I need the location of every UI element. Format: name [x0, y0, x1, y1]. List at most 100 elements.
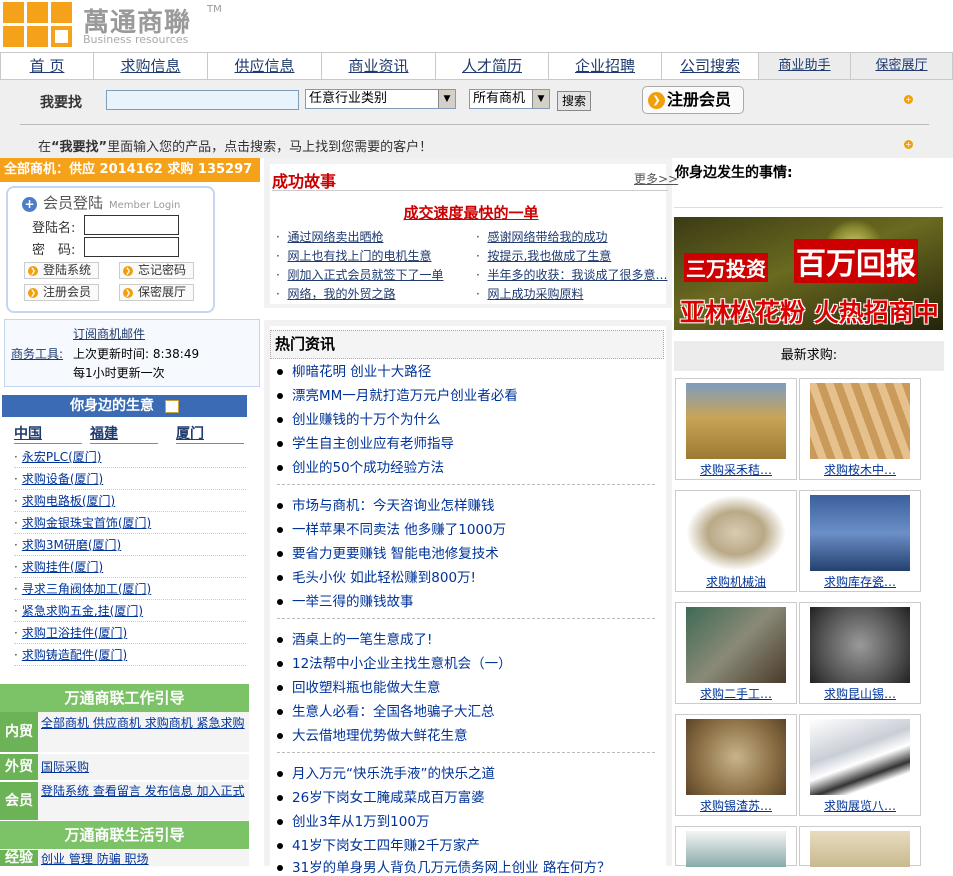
more-link[interactable]: 更多>>: [634, 170, 678, 187]
news-item[interactable]: 回收塑料瓶也能做大生意: [277, 676, 441, 696]
guide-link[interactable]: 全部商机: [41, 716, 89, 730]
news-item[interactable]: 创业的50个成功经验方法: [277, 456, 444, 476]
guide-link[interactable]: 创业: [41, 852, 65, 866]
search-input[interactable]: [106, 90, 299, 110]
list-item[interactable]: 求购铸造配件(厦门): [14, 644, 246, 666]
list-item[interactable]: 永宏PLC(厦门): [14, 446, 246, 468]
product-caption[interactable]: 求购采禾秸…: [676, 461, 796, 478]
nav-resumes[interactable]: 人才简历: [436, 53, 549, 79]
product-caption[interactable]: 求购展览八…: [800, 797, 920, 814]
story-item[interactable]: · 感谢网络带给我的成功: [476, 228, 607, 245]
nav-recruitment[interactable]: 企业招聘: [549, 53, 662, 79]
news-item[interactable]: 学生自主创业应有老师指导: [277, 432, 454, 452]
news-item[interactable]: 大云借地理优势做大鲜花生意: [277, 724, 468, 744]
ad-banner[interactable]: 三万投资 百万回报 亚林松花粉 火热招商中: [674, 217, 943, 330]
username-field[interactable]: [84, 215, 179, 235]
story-item[interactable]: · 网络，我的外贸之路: [276, 285, 395, 302]
news-item[interactable]: 市场与商机：今天咨询业怎样赚钱: [277, 494, 495, 514]
story-item[interactable]: · 网上也有找上门的电机生意: [276, 247, 431, 264]
news-item[interactable]: 毛头小伙 如此轻松赚到800万!: [277, 566, 476, 586]
news-item[interactable]: 一样苹果不同卖法 他多赚了1000万: [277, 518, 506, 538]
news-item[interactable]: 26岁下岗女工腌咸菜成百万富婆: [277, 786, 485, 806]
news-item[interactable]: 酒桌上的一笔生意成了!: [277, 628, 432, 648]
list-item[interactable]: 求购电路板(厦门): [14, 490, 246, 512]
list-item[interactable]: 紧急求购五金,挂(厦门): [14, 600, 246, 622]
product-thumb[interactable]: 求购桉木中…: [799, 378, 921, 480]
product-caption[interactable]: 求购机械油: [676, 573, 796, 590]
news-item[interactable]: 月入万元“快乐洗手液”的快乐之道: [277, 762, 495, 782]
guide-link[interactable]: 求购商机: [145, 716, 193, 730]
tab-fujian[interactable]: 福建: [90, 423, 158, 444]
guide-link[interactable]: 紧急求购: [197, 716, 245, 730]
login-button[interactable]: ❯ 登陆系统: [24, 262, 99, 279]
nav-business-assistant[interactable]: 商业助手: [759, 53, 851, 79]
news-item[interactable]: 创业3年从1万到100万: [277, 810, 429, 830]
news-item[interactable]: 41岁下岗女工四年赚2千万家产: [277, 834, 480, 854]
register-member-button[interactable]: ❯ 注册会员: [642, 86, 744, 114]
news-item[interactable]: 创业赚钱的十万个为什么: [277, 408, 441, 428]
story-item[interactable]: · 刚加入正式会员就签下了一单: [276, 266, 443, 283]
private-showroom-button[interactable]: ❯ 保密展厅: [119, 284, 194, 301]
story-item[interactable]: · 网上成功采购原料: [476, 285, 583, 302]
guide-link[interactable]: 登陆系统: [41, 784, 89, 798]
news-item[interactable]: 要省力更要赚钱 智能电池修复技术: [277, 542, 499, 562]
nav-buy-info[interactable]: 求购信息: [94, 53, 208, 79]
site-logo[interactable]: 萬通商聯 TM Business resources: [3, 2, 223, 48]
register-button[interactable]: ❯ 注册会员: [24, 284, 99, 301]
tab-xiamen[interactable]: 厦门: [176, 423, 244, 444]
news-item[interactable]: 一举三得的赚钱故事: [277, 590, 414, 610]
product-caption[interactable]: 求购二手工…: [676, 685, 796, 702]
news-item[interactable]: 漂亮MM一月就打造万元户创业者必看: [277, 384, 518, 404]
list-item[interactable]: 求购金银珠宝首饰(厦门): [14, 512, 246, 534]
product-image: [686, 719, 786, 795]
type-select[interactable]: 所有商机 ▼: [469, 89, 550, 109]
product-caption[interactable]: 求购锡渣苏…: [676, 797, 796, 814]
list-item[interactable]: 寻求三角阀体加工(厦门): [14, 578, 246, 600]
product-caption[interactable]: 求购库存瓷…: [800, 573, 920, 590]
tools-label[interactable]: 商务工具:: [11, 345, 63, 362]
news-item[interactable]: 生意人必看：全国各地骗子大汇总: [277, 700, 495, 720]
nav-private-showroom[interactable]: 保密展厅: [851, 53, 952, 79]
tab-china[interactable]: 中国: [14, 423, 82, 444]
search-button[interactable]: 搜索: [557, 91, 591, 111]
forgot-password-button[interactable]: ❯ 忘记密码: [119, 262, 194, 279]
list-item[interactable]: 求购卫浴挂件(厦门): [14, 622, 246, 644]
product-thumb[interactable]: [675, 826, 797, 867]
nav-company-search[interactable]: 公司搜索: [662, 53, 759, 79]
story-headline[interactable]: 成交速度最快的一单: [270, 202, 672, 223]
guide-link[interactable]: 职场: [125, 852, 149, 866]
guide-link[interactable]: 查看留言: [93, 784, 141, 798]
guide-link[interactable]: 国际采购: [41, 758, 89, 776]
news-item[interactable]: 31岁的单身男人背负几万元债务网上创业 路在何方？: [277, 856, 610, 876]
guide-link[interactable]: 防骗: [97, 852, 121, 866]
news-item[interactable]: 柳暗花明 创业十大路径: [277, 360, 431, 380]
product-thumb[interactable]: 求购锡渣苏…: [675, 714, 797, 816]
nav-home[interactable]: 首 页: [1, 53, 94, 79]
password-field[interactable]: [84, 237, 179, 257]
product-thumb[interactable]: 求购机械油: [675, 490, 797, 592]
list-item[interactable]: 求购设备(厦门): [14, 468, 246, 490]
guide-row: 内贸 全部商机 供应商机 求购商机 紧急求购: [0, 712, 249, 752]
story-item[interactable]: · 半年多的收获：我谈成了很多意…: [476, 266, 667, 283]
product-thumb[interactable]: 求购库存瓷…: [799, 490, 921, 592]
guide-link[interactable]: 管理: [69, 852, 93, 866]
product-thumb[interactable]: 求购展览八…: [799, 714, 921, 816]
list-item[interactable]: 求购挂件(厦门): [14, 556, 246, 578]
product-thumb[interactable]: 求购昆山锡…: [799, 602, 921, 704]
nav-business-news[interactable]: 商业资讯: [322, 53, 436, 79]
product-thumb[interactable]: 求购二手工…: [675, 602, 797, 704]
industry-select[interactable]: 任意行业类别 ▼: [305, 89, 456, 109]
guide-link[interactable]: 加入正式: [197, 784, 245, 798]
story-item[interactable]: · 通过网络卖出晒枪: [276, 228, 383, 245]
product-thumb[interactable]: 求购采禾秸…: [675, 378, 797, 480]
nav-supply-info[interactable]: 供应信息: [208, 53, 322, 79]
product-caption[interactable]: 求购昆山锡…: [800, 685, 920, 702]
story-item[interactable]: · 按提示,我也做成了生意: [476, 247, 611, 264]
list-item[interactable]: 求购3M研磨(厦门): [14, 534, 246, 556]
subscribe-link[interactable]: 订阅商机邮件: [73, 325, 145, 342]
product-caption[interactable]: 求购桉木中…: [800, 461, 920, 478]
guide-link[interactable]: 供应商机: [93, 716, 141, 730]
news-item[interactable]: 12法帮中小企业主找生意机会（一）: [277, 652, 512, 672]
guide-link[interactable]: 发布信息: [145, 784, 193, 798]
product-thumb[interactable]: [799, 826, 921, 867]
